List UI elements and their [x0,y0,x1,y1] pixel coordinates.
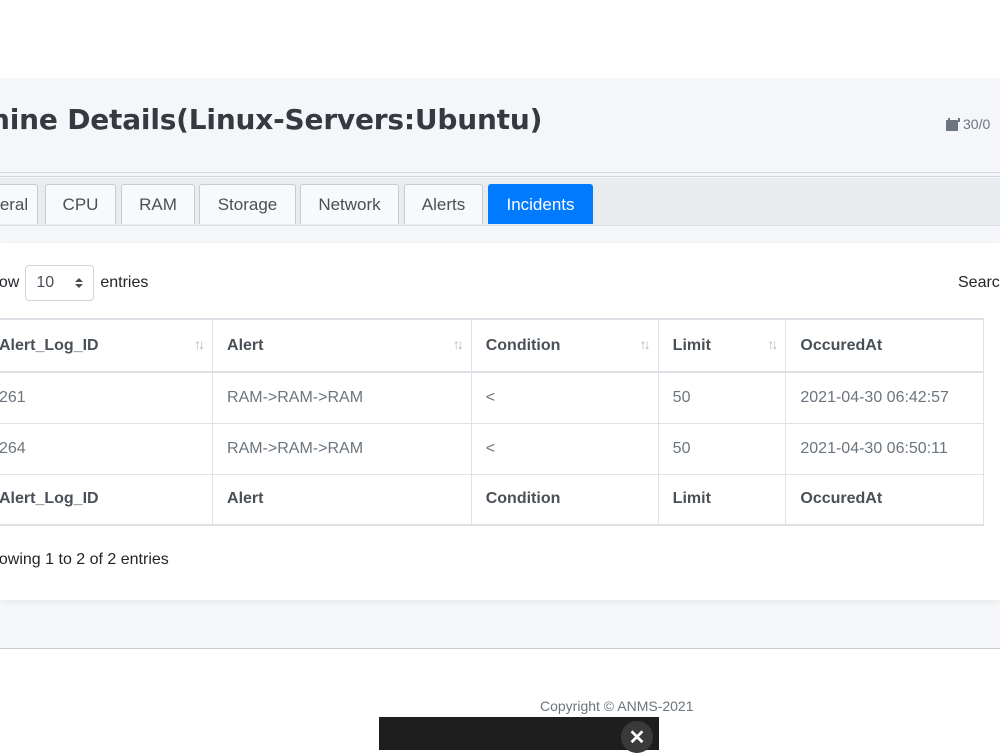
column-header-limit[interactable]: Limit ↑↓ [657,318,787,373]
column-header-alert-log-id[interactable]: Alert_Log_ID ↑↓ [0,318,214,373]
overlay-bar [379,717,659,750]
table-row: 261 RAM->RAM->RAM < 50 2021-04-30 06:42:… [0,371,984,424]
footer-condition: Condition [470,473,659,526]
cell-condition: < [470,422,659,475]
sort-icon: ↑↓ [194,336,205,352]
table-info: howing 1 to 2 of 2 entries [0,551,169,568]
tab-network[interactable]: Network [300,184,399,224]
table-header-row: Alert_Log_ID ↑↓ Alert ↑↓ Condition ↑↓ Limit… [0,318,984,373]
entries-select[interactable]: 10 [25,265,95,301]
tab-incidents[interactable]: Incidents [488,184,593,224]
cell-condition: < [470,371,659,424]
tab-cpu[interactable]: CPU [45,184,116,224]
tab-bar: eral CPU RAM Storage Network Alerts Inci… [0,178,1000,226]
calendar-icon [946,117,960,131]
cell-occured-at: 2021-04-30 06:50:11 [785,422,984,475]
cell-limit: 50 [657,422,787,475]
sort-icon: ↑↓ [767,336,778,352]
close-icon: ✕ [628,726,646,749]
footer-alert: Alert [212,473,472,526]
sort-icon: ↑↓ [639,336,651,352]
table-footer-row: Alert_Log_ID Alert Condition Limit Occur… [0,473,984,526]
show-label: how [0,274,20,291]
close-button[interactable]: ✕ [621,721,653,753]
tab-ram[interactable]: RAM [121,184,195,224]
footer-occured-at: OccuredAt [785,473,984,526]
footer-limit: Limit [657,473,787,526]
cell-alert: RAM->RAM->RAM [212,422,472,475]
column-header-occured-at[interactable]: OccuredAt [785,318,984,373]
tab-storage[interactable]: Storage [199,184,296,224]
cell-limit: 50 [657,371,787,424]
sort-icon: ↑↓ [452,336,464,352]
tab-general[interactable]: eral [0,184,38,224]
tab-alerts[interactable]: Alerts [404,184,483,224]
cell-occured-at: 2021-04-30 06:42:57 [785,371,984,424]
date-text: 30/0 [963,116,991,132]
page-title: hine Details(Linux-Servers:Ubuntu) [0,103,543,136]
footer-alert-log-id: Alert_Log_ID [0,473,214,526]
incidents-table: Alert_Log_ID ↑↓ Alert ↑↓ Condition ↑↓ Limit… [0,318,984,526]
divider [0,172,1000,173]
select-arrows-icon [75,278,84,288]
entries-select-value: 10 [36,274,55,291]
divider [0,176,1000,177]
cell-alert-log-id: 264 [0,422,214,475]
cell-alert: RAM->RAM->RAM [212,371,472,424]
entries-label: entries [100,274,149,291]
column-header-alert[interactable]: Alert ↑↓ [212,318,472,373]
cell-alert-log-id: 261 [0,371,214,424]
date-display: 30/0 [946,116,990,132]
entries-length-control: how 10 entries [0,265,148,301]
table-row: 264 RAM->RAM->RAM < 50 2021-04-30 06:50:… [0,422,984,475]
column-header-condition[interactable]: Condition ↑↓ [470,318,659,373]
search-label: Searc [958,274,1000,291]
copyright-text: Copyright © ANMS-2021 [540,698,694,714]
